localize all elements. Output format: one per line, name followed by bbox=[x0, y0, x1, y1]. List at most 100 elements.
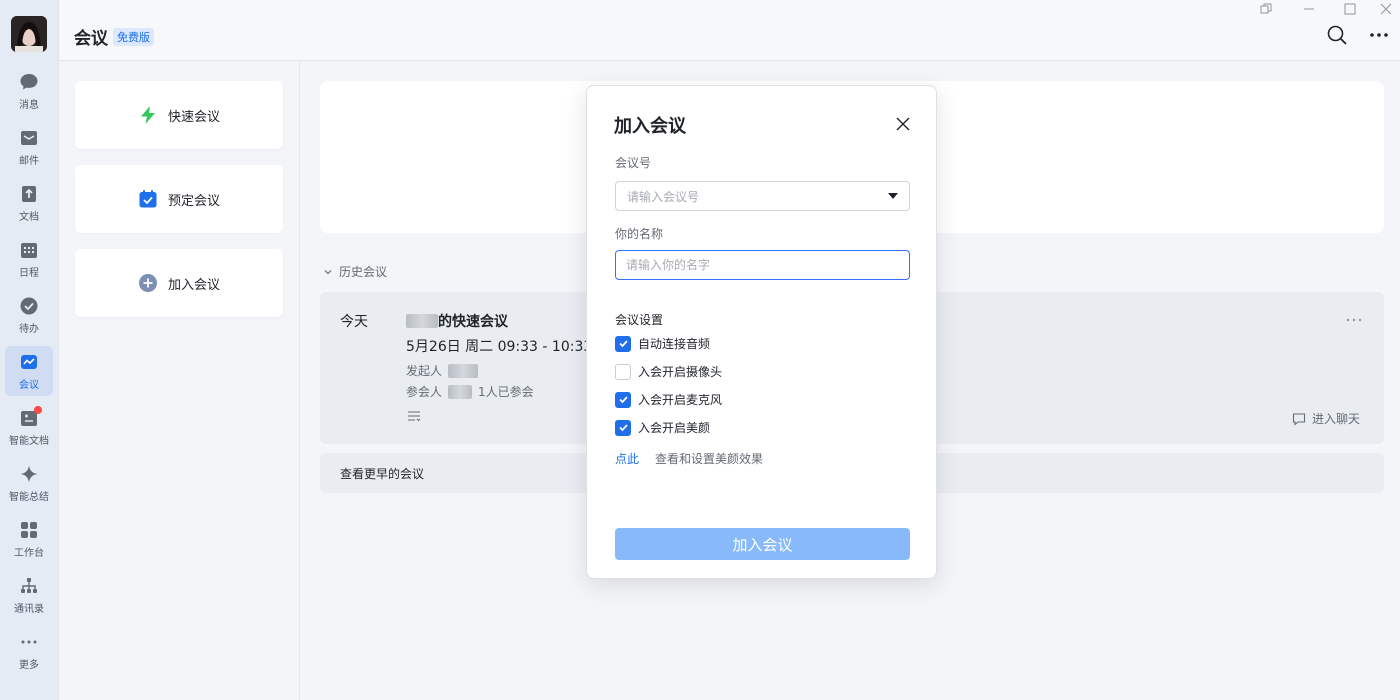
lightning-icon bbox=[140, 106, 155, 124]
page-title: 会议 bbox=[74, 29, 108, 49]
auto-audio-checkbox[interactable]: 自动连接音频 bbox=[615, 335, 710, 352]
join-meeting-button[interactable]: 加入会议 bbox=[615, 528, 910, 560]
dialog-title: 加入会议 bbox=[614, 116, 686, 137]
plus-circle-icon bbox=[138, 274, 157, 292]
participants-count: 1人已参会 bbox=[478, 385, 534, 399]
smart-summary-icon bbox=[20, 465, 38, 483]
meeting-time: 5月26日 周二 09:33 - 10:33 bbox=[406, 339, 593, 355]
pin-window-icon[interactable] bbox=[1259, 2, 1273, 16]
more-options-icon[interactable] bbox=[1368, 24, 1390, 46]
notification-badge bbox=[34, 406, 42, 414]
caret-down-icon bbox=[888, 193, 898, 199]
schedule-meeting-label: 预定会议 bbox=[167, 193, 220, 209]
checkbox-unchecked-icon[interactable] bbox=[615, 363, 631, 380]
meeting-id-select[interactable]: 请输入会议号 bbox=[615, 181, 910, 211]
meeting-title-text: 的快速会议 bbox=[438, 314, 508, 330]
participants-row: 参会人 1人已参会 bbox=[406, 383, 534, 400]
nav-label: 智能文档 bbox=[9, 436, 49, 447]
quick-meeting-button[interactable]: 快速会议 bbox=[75, 81, 283, 149]
mic-on-checkbox[interactable]: 入会开启麦克风 bbox=[615, 391, 722, 408]
participants-label: 参会人 bbox=[406, 385, 443, 399]
nav-label: 消息 bbox=[19, 100, 39, 111]
nav-label: 智能总结 bbox=[9, 492, 49, 503]
contacts-icon bbox=[21, 578, 37, 593]
meeting-icon bbox=[21, 355, 37, 369]
calendar-check-icon bbox=[139, 190, 157, 208]
nav-item-workbench[interactable]: 工作台 bbox=[5, 514, 53, 564]
nav-item-docs[interactable]: 文档 bbox=[5, 178, 53, 228]
meeting-actions-panel: 快速会议 预定会议 加入会议 bbox=[59, 61, 300, 700]
enter-chat-link[interactable]: 进入聊天 bbox=[1292, 410, 1360, 427]
beauty-on-checkbox[interactable]: 入会开启美颜 bbox=[615, 419, 710, 436]
nav-item-todo[interactable]: 待办 bbox=[5, 290, 53, 340]
avatar-image bbox=[11, 16, 47, 52]
join-meeting-label: 加入会议 bbox=[167, 277, 220, 293]
meeting-id-placeholder: 请输入会议号 bbox=[627, 189, 700, 204]
search-icon[interactable] bbox=[1326, 24, 1348, 46]
checkbox-checked-icon[interactable] bbox=[615, 419, 631, 436]
list-expand-icon[interactable] bbox=[406, 408, 422, 424]
schedule-meeting-button[interactable]: 预定会议 bbox=[75, 165, 283, 233]
meeting-title: 的快速会议 bbox=[406, 311, 508, 331]
meeting-id-label: 会议号 bbox=[615, 156, 652, 170]
nav-item-contacts[interactable]: 通讯录 bbox=[5, 570, 53, 620]
todo-icon bbox=[20, 297, 38, 315]
checkbox-checked-icon[interactable] bbox=[615, 391, 631, 408]
beauty-settings-link[interactable]: 点此 bbox=[615, 450, 639, 467]
name-label: 你的名称 bbox=[615, 227, 664, 241]
blurred-organizer bbox=[448, 363, 479, 378]
blurred-name bbox=[406, 314, 438, 328]
join-meeting-card-button[interactable]: 加入会议 bbox=[75, 249, 283, 317]
nav-item-mail[interactable]: 邮件 bbox=[5, 122, 53, 172]
avatar[interactable] bbox=[11, 16, 47, 52]
more-horizontal-icon[interactable] bbox=[1346, 318, 1362, 322]
option-label: 入会开启摄像头 bbox=[638, 365, 723, 379]
checkbox-checked-icon[interactable] bbox=[615, 335, 631, 352]
beauty-settings-row: 点此 查看和设置美颜效果 bbox=[615, 450, 763, 467]
chevron-down-icon bbox=[324, 269, 332, 274]
nav-item-meeting[interactable]: 会议 bbox=[5, 346, 53, 396]
history-title: 历史会议 bbox=[339, 265, 388, 279]
nav-item-smart-docs[interactable]: 智能文档 bbox=[5, 402, 53, 452]
nav-item-calendar[interactable]: 日程 bbox=[5, 234, 53, 284]
message-icon bbox=[20, 74, 38, 90]
option-label: 入会开启美颜 bbox=[638, 421, 711, 435]
docs-icon bbox=[22, 186, 36, 202]
minimize-icon[interactable] bbox=[1302, 2, 1316, 16]
nav-item-more[interactable]: 更多 bbox=[5, 626, 53, 676]
nav-label: 会议 bbox=[19, 380, 39, 391]
nav-label: 日程 bbox=[19, 268, 39, 279]
left-nav: 消息 邮件 文档 日程 待办 会议 智能文档 智能总结 工作台 通讯录 更多 bbox=[0, 0, 59, 700]
plan-badge: 免费版 bbox=[113, 28, 154, 46]
close-icon[interactable] bbox=[895, 116, 911, 132]
enter-chat-label: 进入聊天 bbox=[1311, 412, 1360, 426]
chat-icon bbox=[1292, 412, 1306, 426]
nav-label: 待办 bbox=[19, 324, 39, 335]
name-input[interactable] bbox=[615, 250, 910, 280]
nav-label: 更多 bbox=[19, 660, 39, 671]
nav-item-messages[interactable]: 消息 bbox=[5, 66, 53, 116]
nav-label: 邮件 bbox=[19, 156, 39, 167]
settings-title: 会议设置 bbox=[615, 313, 664, 327]
blurred-participants bbox=[448, 384, 473, 399]
meeting-day: 今天 bbox=[340, 314, 368, 330]
organizer-label: 发起人 bbox=[406, 364, 443, 378]
option-label: 自动连接音频 bbox=[638, 337, 711, 351]
maximize-icon[interactable] bbox=[1343, 2, 1357, 16]
mail-icon bbox=[21, 131, 37, 145]
quick-meeting-label: 快速会议 bbox=[167, 109, 220, 125]
more-icon bbox=[21, 640, 37, 644]
beauty-settings-desc: 查看和设置美颜效果 bbox=[655, 452, 764, 466]
workbench-icon bbox=[21, 522, 37, 538]
nav-item-smart-summary[interactable]: 智能总结 bbox=[5, 458, 53, 508]
camera-on-checkbox[interactable]: 入会开启摄像头 bbox=[615, 363, 722, 380]
close-window-icon[interactable] bbox=[1379, 2, 1393, 16]
nav-label: 文档 bbox=[19, 212, 39, 223]
option-label: 入会开启麦克风 bbox=[638, 393, 723, 407]
organizer-row: 发起人 bbox=[406, 362, 479, 379]
calendar-icon bbox=[21, 243, 37, 258]
header: 会议 免费版 bbox=[59, 0, 1400, 61]
history-section-toggle[interactable]: 历史会议 bbox=[323, 263, 387, 280]
nav-label: 通讯录 bbox=[14, 604, 44, 615]
join-meeting-dialog: 加入会议 会议号 请输入会议号 你的名称 会议设置 自动连接音频 入会开启摄像头… bbox=[586, 85, 937, 579]
